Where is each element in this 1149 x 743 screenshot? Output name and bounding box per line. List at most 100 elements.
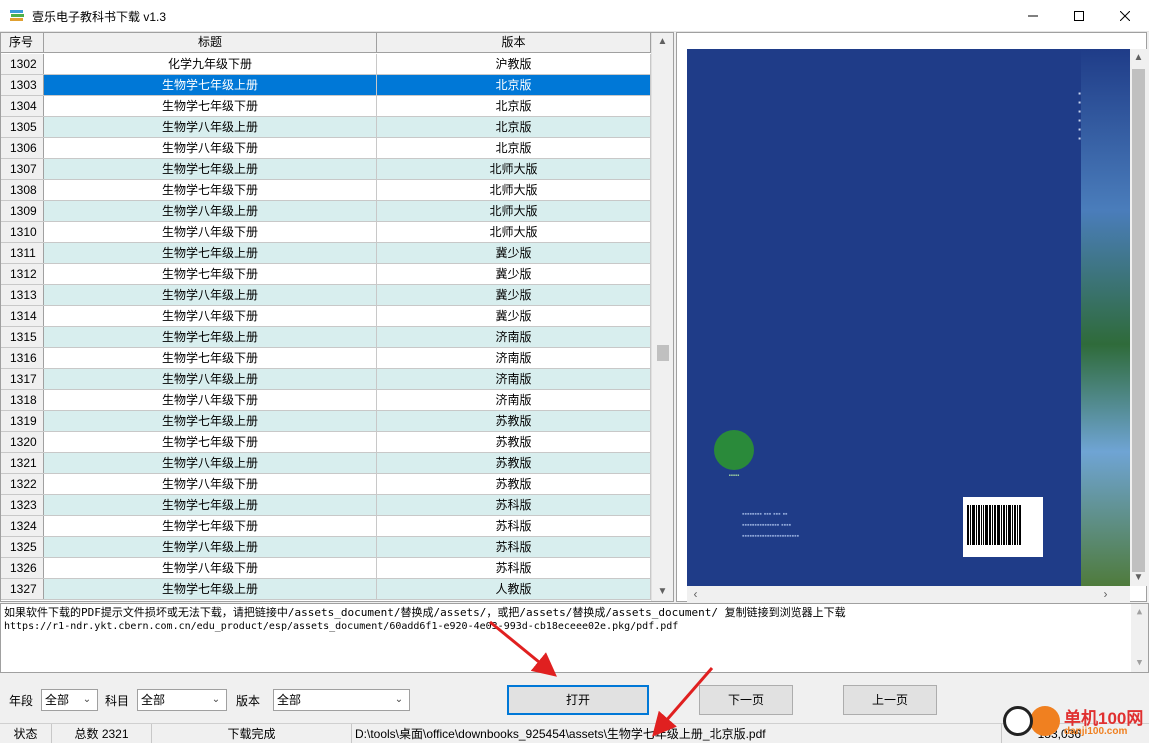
cell-edition[interactable]: 济南版 — [377, 390, 651, 410]
preview-scroll-left-icon[interactable]: ‹ — [687, 586, 704, 603]
table-row[interactable]: 1324 生物学七年级下册 苏科版 — [1, 516, 651, 537]
minimize-button[interactable] — [1010, 0, 1056, 32]
cell-number[interactable]: 1310 — [1, 222, 44, 242]
cell-number[interactable]: 1307 — [1, 159, 44, 179]
table-row[interactable]: 1304 生物学七年级下册 北京版 — [1, 96, 651, 117]
preview-vertical-scrollbar[interactable]: ▲ ▼ — [1130, 49, 1147, 586]
table-row[interactable]: 1323 生物学七年级上册 苏科版 — [1, 495, 651, 516]
cell-title[interactable]: 化学九年级下册 — [44, 54, 377, 74]
cell-title[interactable]: 生物学八年级上册 — [44, 201, 377, 221]
preview-scroll-up-icon[interactable]: ▲ — [1130, 49, 1147, 66]
next-page-button[interactable]: 下一页 — [699, 685, 793, 715]
cell-title[interactable]: 生物学七年级下册 — [44, 516, 377, 536]
close-button[interactable] — [1102, 0, 1148, 32]
cell-edition[interactable]: 济南版 — [377, 348, 651, 368]
cell-title[interactable]: 生物学七年级上册 — [44, 327, 377, 347]
cell-number[interactable]: 1326 — [1, 558, 44, 578]
table-row[interactable]: 1316 生物学七年级下册 济南版 — [1, 348, 651, 369]
cell-edition[interactable]: 苏教版 — [377, 474, 651, 494]
preview-scroll-thumb[interactable] — [1132, 69, 1145, 572]
cell-edition[interactable]: 冀少版 — [377, 306, 651, 326]
cell-number[interactable]: 1316 — [1, 348, 44, 368]
cell-title[interactable]: 生物学八年级上册 — [44, 537, 377, 557]
maximize-button[interactable] — [1056, 0, 1102, 32]
cell-number[interactable]: 1302 — [1, 54, 44, 74]
table-row[interactable]: 1318 生物学八年级下册 济南版 — [1, 390, 651, 411]
cell-title[interactable]: 生物学八年级下册 — [44, 306, 377, 326]
cell-edition[interactable]: 苏科版 — [377, 495, 651, 515]
table-row[interactable]: 1306 生物学八年级下册 北京版 — [1, 138, 651, 159]
column-header-edition[interactable]: 版本 — [377, 33, 651, 53]
cell-number[interactable]: 1318 — [1, 390, 44, 410]
cell-number[interactable]: 1322 — [1, 474, 44, 494]
cell-title[interactable]: 生物学八年级上册 — [44, 117, 377, 137]
table-row[interactable]: 1311 生物学七年级上册 冀少版 — [1, 243, 651, 264]
cell-title[interactable]: 生物学七年级下册 — [44, 348, 377, 368]
cell-edition[interactable]: 冀少版 — [377, 285, 651, 305]
cell-number[interactable]: 1317 — [1, 369, 44, 389]
grid-vertical-scrollbar[interactable]: ▲ ▼ — [651, 33, 673, 601]
cell-edition[interactable]: 北师大版 — [377, 201, 651, 221]
cell-title[interactable]: 生物学七年级下册 — [44, 432, 377, 452]
scroll-down-icon[interactable]: ▼ — [652, 583, 673, 601]
cell-edition[interactable]: 冀少版 — [377, 243, 651, 263]
prev-page-button[interactable]: 上一页 — [843, 685, 937, 715]
cell-edition[interactable]: 济南版 — [377, 327, 651, 347]
cell-title[interactable]: 生物学七年级上册 — [44, 495, 377, 515]
cell-edition[interactable]: 济南版 — [377, 369, 651, 389]
cell-edition[interactable]: 北京版 — [377, 75, 651, 95]
cell-edition[interactable]: 苏科版 — [377, 516, 651, 536]
table-row[interactable]: 1320 生物学七年级下册 苏教版 — [1, 432, 651, 453]
cell-title[interactable]: 生物学八年级下册 — [44, 390, 377, 410]
cell-number[interactable]: 1308 — [1, 180, 44, 200]
cell-title[interactable]: 生物学七年级上册 — [44, 411, 377, 431]
table-row[interactable]: 1307 生物学七年级上册 北师大版 — [1, 159, 651, 180]
edition-select[interactable]: 全部 ⌄ — [273, 689, 410, 711]
cell-number[interactable]: 1311 — [1, 243, 44, 263]
table-row[interactable]: 1305 生物学八年级上册 北京版 — [1, 117, 651, 138]
preview-horizontal-scrollbar[interactable]: ‹ › — [687, 586, 1130, 603]
table-row[interactable]: 1327 生物学七年级上册 人教版 — [1, 579, 651, 600]
table-row[interactable]: 1308 生物学七年级下册 北师大版 — [1, 180, 651, 201]
table-row[interactable]: 1313 生物学八年级上册 冀少版 — [1, 285, 651, 306]
cell-edition[interactable]: 苏科版 — [377, 558, 651, 578]
preview-scroll-right-icon[interactable]: › — [1097, 586, 1114, 603]
cell-edition[interactable]: 北师大版 — [377, 159, 651, 179]
column-header-number[interactable]: 序号 — [1, 33, 44, 53]
cell-number[interactable]: 1321 — [1, 453, 44, 473]
cell-title[interactable]: 生物学七年级下册 — [44, 96, 377, 116]
table-row[interactable]: 1321 生物学八年级上册 苏教版 — [1, 453, 651, 474]
cell-title[interactable]: 生物学七年级上册 — [44, 243, 377, 263]
table-row[interactable]: 1310 生物学八年级下册 北师大版 — [1, 222, 651, 243]
cell-edition[interactable]: 苏科版 — [377, 537, 651, 557]
cell-title[interactable]: 生物学八年级上册 — [44, 369, 377, 389]
cell-number[interactable]: 1324 — [1, 516, 44, 536]
message-textbox[interactable]: 如果软件下载的PDF提示文件损坏或无法下载，请把链接中/assets_docum… — [0, 603, 1149, 673]
textbook-grid[interactable]: 序号 标题 版本 1302 化学九年级下册 沪教版 1303 生物学七年级上册 北京版 13… — [0, 32, 674, 602]
table-row[interactable]: 1303 生物学七年级上册 北京版 — [1, 75, 651, 96]
cell-number[interactable]: 1309 — [1, 201, 44, 221]
cell-edition[interactable]: 北师大版 — [377, 222, 651, 242]
table-row[interactable]: 1322 生物学八年级下册 苏教版 — [1, 474, 651, 495]
cell-title[interactable]: 生物学八年级上册 — [44, 285, 377, 305]
table-row[interactable]: 1314 生物学八年级下册 冀少版 — [1, 306, 651, 327]
cell-number[interactable]: 1315 — [1, 327, 44, 347]
grade-select[interactable]: 全部 ⌄ — [41, 689, 98, 711]
cell-title[interactable]: 生物学八年级下册 — [44, 222, 377, 242]
message-scroll-down-icon[interactable]: ▼ — [1131, 655, 1148, 672]
table-row[interactable]: 1317 生物学八年级上册 济南版 — [1, 369, 651, 390]
scroll-up-icon[interactable]: ▲ — [652, 33, 673, 51]
cell-edition[interactable]: 冀少版 — [377, 264, 651, 284]
cell-number[interactable]: 1319 — [1, 411, 44, 431]
column-header-title[interactable]: 标题 — [44, 33, 377, 53]
cell-edition[interactable]: 人教版 — [377, 579, 651, 599]
cell-title[interactable]: 生物学八年级下册 — [44, 474, 377, 494]
table-row[interactable]: 1315 生物学七年级上册 济南版 — [1, 327, 651, 348]
message-scroll-up-icon[interactable]: ▲ — [1131, 604, 1148, 621]
cell-number[interactable]: 1313 — [1, 285, 44, 305]
preview-scroll-down-icon[interactable]: ▼ — [1130, 569, 1147, 586]
cell-title[interactable]: 生物学七年级下册 — [44, 264, 377, 284]
cell-number[interactable]: 1303 — [1, 75, 44, 95]
open-button[interactable]: 打开 — [507, 685, 649, 715]
cell-number[interactable]: 1312 — [1, 264, 44, 284]
